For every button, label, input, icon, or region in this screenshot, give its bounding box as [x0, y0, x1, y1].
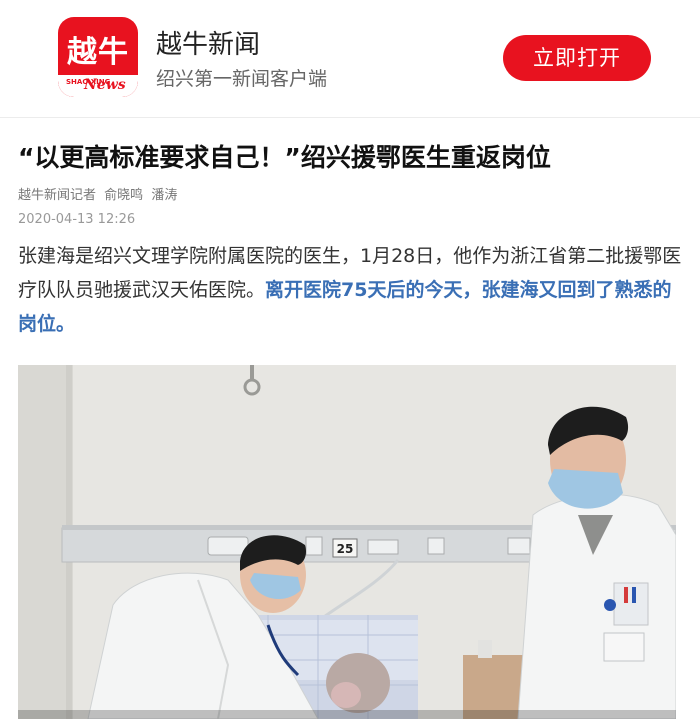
- app-download-banner: 越牛 SHAO XING News 越牛新闻 绍兴第一新闻客户端 立即打开: [0, 0, 700, 118]
- logo-strip-news-text: News: [84, 77, 126, 93]
- bed-number-label: 25: [337, 542, 354, 556]
- article-title: “以更高标准要求自己！”绍兴援鄂医生重返岗位: [18, 143, 551, 172]
- article-photo: 25: [18, 365, 676, 719]
- reporter-name: 俞晓鸣: [104, 188, 144, 203]
- app-name: 越牛新闻: [156, 30, 261, 60]
- app-logo[interactable]: 越牛 SHAO XING News: [58, 17, 138, 97]
- article-paragraph: 张建海是绍兴文理学院附属医院的医生，1月28日，他作为浙江省第二批援鄂医疗队队员…: [18, 239, 686, 341]
- ward-photo-illustration: 25: [18, 365, 676, 719]
- byline: 越牛新闻记者 俞晓鸣 潘涛: [18, 184, 177, 203]
- reporter-name: 潘涛: [151, 188, 178, 203]
- logo-strip: SHAO XING News: [58, 75, 138, 97]
- logo-chars: 越牛: [67, 35, 129, 70]
- app-tagline: 绍兴第一新闻客户端: [156, 68, 328, 90]
- open-app-button[interactable]: 立即打开: [503, 35, 651, 81]
- reporter-prefix: 越牛新闻记者: [18, 188, 97, 203]
- publish-date: 2020-04-13 12:26: [18, 212, 136, 227]
